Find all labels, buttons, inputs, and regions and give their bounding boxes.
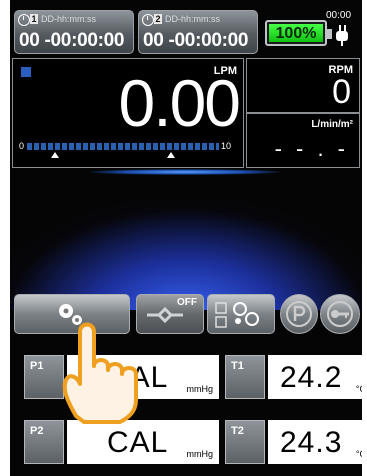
t2-tag: T2 bbox=[225, 420, 265, 464]
battery-terminal bbox=[327, 29, 332, 39]
flow-low-limit-marker bbox=[51, 152, 59, 158]
timer-2[interactable]: 2 DD-hh:mm:ss 00 -00:00:00 bbox=[138, 10, 258, 54]
rpm-panel: RPM 0 bbox=[246, 58, 360, 113]
t2-value: 24.3 bbox=[280, 426, 343, 459]
flow-scale-max: 10 bbox=[221, 141, 232, 151]
key-lock-button[interactable] bbox=[320, 294, 360, 334]
p1-label: P1 bbox=[30, 360, 44, 372]
temperature-readout-t1[interactable]: T1 24.2 °C bbox=[225, 355, 362, 399]
glow-line bbox=[90, 169, 280, 175]
flow-panel: LPM 0.00 0 10 bbox=[12, 58, 244, 168]
p1-unit: mmHg bbox=[186, 384, 214, 394]
prime-button[interactable] bbox=[280, 294, 318, 334]
pointing-hand-icon bbox=[62, 322, 138, 424]
t1-tag: T1 bbox=[225, 355, 265, 399]
p2-value: CAL bbox=[107, 426, 169, 459]
flow-index-panel: L/min/m² - - . - bbox=[246, 113, 360, 168]
device-screen: 1 DD-hh:mm:ss 00 -00:00:00 2 DD-hh:mm:ss… bbox=[10, 0, 362, 476]
flow-mode-button[interactable] bbox=[207, 294, 275, 334]
timer-1[interactable]: 1 DD-hh:mm:ss 00 -00:00:00 bbox=[14, 10, 134, 54]
t1-value: 24.2 bbox=[280, 361, 343, 394]
t2-label: T2 bbox=[231, 425, 244, 437]
bypass-state: OFF bbox=[177, 297, 197, 308]
flow-high-limit-marker bbox=[167, 152, 175, 158]
flow-bar-graph bbox=[27, 143, 219, 150]
t1-value-box: 24.2 °C bbox=[268, 355, 362, 399]
battery-indicator: 100% bbox=[265, 20, 332, 46]
timer-number: 1 bbox=[30, 14, 38, 24]
flow-index-label: L/min/m² bbox=[311, 119, 353, 130]
temperature-readout-t2[interactable]: T2 24.3 °C bbox=[225, 420, 362, 464]
t2-value-box: 24.3 °C bbox=[268, 420, 362, 464]
clock: 00:00 bbox=[326, 10, 352, 21]
t1-unit: °C bbox=[355, 384, 362, 394]
p2-unit: mmHg bbox=[186, 449, 214, 459]
pump-mode-icon bbox=[215, 302, 259, 328]
rpm-value: 0 bbox=[332, 73, 351, 111]
timer-icon bbox=[142, 14, 154, 26]
power-plug-icon bbox=[336, 25, 348, 46]
timer-value: 00 -00:00:00 bbox=[19, 30, 125, 51]
flow-value: 0.00 bbox=[118, 66, 241, 140]
key-icon bbox=[327, 301, 353, 327]
t2-unit: °C bbox=[355, 449, 362, 459]
timer-number: 2 bbox=[154, 14, 162, 24]
timer-format-label: DD-hh:mm:ss bbox=[165, 14, 221, 24]
timer-format-label: DD-hh:mm:ss bbox=[41, 14, 97, 24]
flow-scale-min: 0 bbox=[19, 141, 25, 151]
p2-label: P2 bbox=[30, 425, 44, 437]
timer-value: 00 -00:00:00 bbox=[143, 30, 249, 51]
flow-index-value: - - . - bbox=[274, 136, 349, 161]
battery-percent: 100% bbox=[275, 25, 317, 42]
t1-label: T1 bbox=[231, 360, 244, 372]
timer-icon bbox=[18, 14, 30, 26]
p-letter-icon bbox=[286, 301, 312, 327]
